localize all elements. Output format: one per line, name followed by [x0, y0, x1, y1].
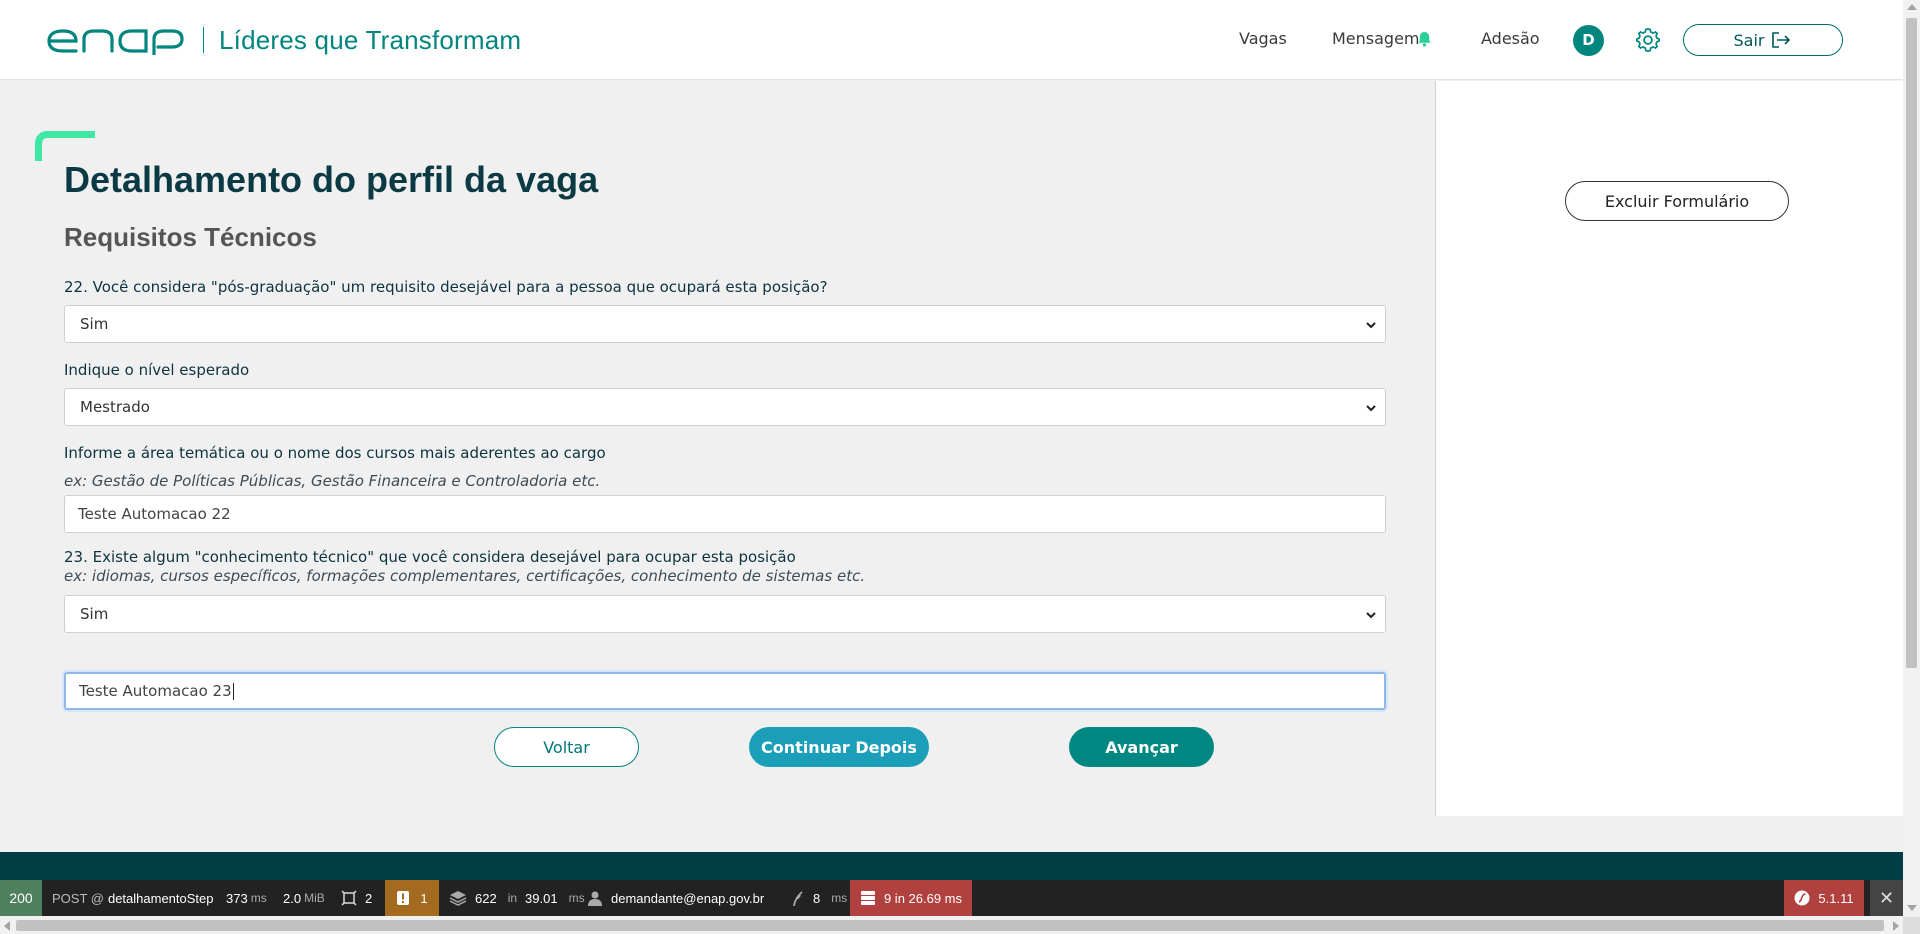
logout-icon [1772, 32, 1791, 48]
q23-select[interactable]: Sim [64, 595, 1386, 633]
twig-panel[interactable]: 8 ms [791, 880, 847, 916]
area-input-value: Teste Automacao 22 [78, 505, 231, 523]
symfony-version: 5.1.11 [1818, 890, 1854, 906]
database-panel[interactable]: 622 in 39.01 ms [449, 880, 585, 916]
scroll-down-arrow-icon[interactable] [1907, 905, 1917, 911]
forms-panel[interactable]: 2 [341, 880, 372, 916]
horizontal-scrollbar-thumb[interactable] [16, 920, 1884, 931]
chevron-down-icon [1366, 322, 1376, 329]
scroll-up-arrow-icon[interactable] [1907, 4, 1917, 10]
memory-value: 2.0 [283, 890, 302, 906]
avatar[interactable]: D [1573, 25, 1604, 56]
memory-unit: MiB [304, 891, 325, 905]
nivel-select-value: Mestrado [80, 398, 150, 416]
page-title: Detalhamento do perfil da vaga [64, 159, 599, 200]
area-hint: ex: Gestão de Políticas Públicas, Gestão… [64, 472, 601, 490]
chevron-down-icon [1366, 612, 1376, 619]
bell-icon[interactable] [1417, 31, 1432, 47]
symfony-icon [1794, 890, 1810, 906]
status-code[interactable]: 200 [0, 880, 42, 916]
db-time: 39.01 [525, 890, 558, 906]
db-query-count: 622 [475, 890, 497, 906]
scroll-left-arrow-icon[interactable] [4, 921, 10, 931]
enap-logo[interactable] [46, 27, 186, 55]
voltar-button[interactable]: Voltar [494, 727, 639, 767]
top-header: Líderes que Transformam Vagas Mensagem A… [0, 0, 1903, 80]
nav-mensagem[interactable]: Mensagem [1332, 29, 1420, 48]
q23-hint: ex: idiomas, cursos específicos, formaçõ… [64, 567, 866, 585]
excluir-formulario-button[interactable]: Excluir Formulário [1565, 181, 1789, 221]
q23-text-input[interactable]: Teste Automacao 23 [64, 672, 1386, 710]
q23-select-value: Sim [80, 605, 109, 623]
sair-label: Sair [1733, 30, 1765, 50]
close-toolbar-icon[interactable]: ✕ [1870, 880, 1903, 916]
forms-icon [341, 890, 357, 906]
request-time-unit: ms [250, 891, 267, 905]
area-input[interactable]: Teste Automacao 22 [64, 495, 1386, 533]
section-title: Requisitos Técnicos [64, 222, 317, 252]
cache-text: 9 in 26.69 ms [883, 890, 963, 906]
cache-icon [860, 891, 875, 905]
vertical-scrollbar-thumb[interactable] [1906, 18, 1917, 668]
twig-time: 8 [813, 890, 821, 906]
database-icon [449, 891, 467, 906]
q22-select[interactable]: Sim [64, 305, 1386, 343]
request-method: POST @ [52, 890, 104, 906]
nivel-label: Indique o nível esperado [64, 361, 250, 379]
text-caret [232, 682, 234, 700]
memory-usage[interactable]: 2.0 MiB [283, 880, 325, 916]
avancar-button[interactable]: Avançar [1069, 727, 1214, 767]
chevron-down-icon [1366, 405, 1376, 412]
nav-adesao[interactable]: Adesão [1481, 29, 1540, 48]
symfony-panel[interactable]: 5.1.11 [1784, 880, 1864, 916]
request-time[interactable]: 373 ms [226, 880, 267, 916]
twig-icon [793, 891, 803, 906]
cache-panel[interactable]: 9 in 26.69 ms [850, 880, 972, 916]
db-in: in [507, 891, 518, 905]
area-label: Informe a área temática ou o nome dos cu… [64, 444, 606, 462]
request-route[interactable]: POST @ detalhamentoStep [52, 880, 214, 916]
q22-label: 22. Você considera "pós-graduação" um re… [64, 278, 828, 296]
scroll-right-arrow-icon[interactable] [1893, 921, 1899, 931]
q23-text-input-value: Teste Automacao 23 [79, 682, 232, 700]
user-email: demandante@enap.gov.br [611, 890, 765, 906]
continuar-depois-button[interactable]: Continuar Depois [749, 727, 929, 767]
title-accent-corner [35, 131, 95, 161]
db-time-unit: ms [568, 891, 585, 905]
sair-button[interactable]: Sair [1683, 24, 1843, 56]
warning-icon [397, 891, 410, 905]
forms-count: 2 [365, 890, 373, 906]
tagline: Líderes que Transformam [219, 25, 522, 55]
scrollbar-corner [1903, 917, 1920, 934]
request-time-value: 373 [226, 890, 248, 906]
debug-toolbar: 200 POST @ detalhamentoStep 373 ms 2.0 MiB … [0, 880, 1903, 916]
route-name: detalhamentoStep [107, 890, 214, 906]
gear-icon[interactable] [1635, 27, 1661, 53]
logo-divider [203, 27, 204, 53]
q22-select-value: Sim [80, 315, 109, 333]
q23-label: 23. Existe algum "conhecimento técnico" … [64, 548, 796, 566]
footer [0, 852, 1903, 882]
nav-vagas[interactable]: Vagas [1239, 29, 1287, 48]
user-icon [588, 891, 602, 906]
security-panel[interactable]: demandante@enap.gov.br [587, 880, 764, 916]
twig-time-unit: ms [831, 891, 848, 905]
warnings-panel[interactable]: 1 [385, 880, 439, 916]
nivel-select[interactable]: Mestrado [64, 388, 1386, 426]
warnings-count: 1 [420, 890, 428, 906]
